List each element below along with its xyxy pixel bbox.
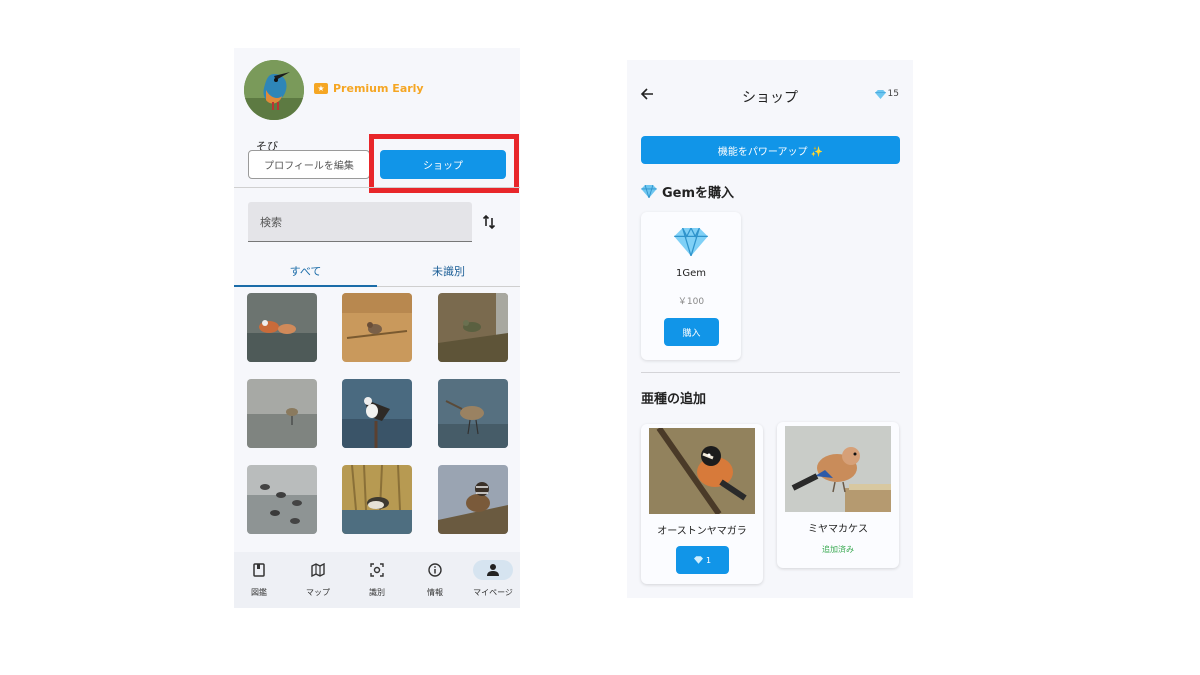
bird-photo-9[interactable] [438, 465, 508, 534]
bottom-navigation: 図鑑 マップ 識別 情報 マイページ [234, 552, 520, 608]
added-status: 追加済み [822, 545, 854, 554]
product-name: 1Gem [675, 268, 706, 279]
person-icon [487, 564, 499, 576]
nav-label: マイページ [473, 588, 513, 597]
nav-label: 識別 [369, 588, 385, 597]
subspecies-section-title: 亜種の追加 [641, 392, 707, 407]
page-title: ショップ [742, 90, 798, 106]
product-price: ￥100 [677, 297, 705, 307]
filter-tabs: すべて 未識別 [234, 261, 520, 287]
bird-photo-2[interactable] [342, 293, 412, 362]
book-icon [253, 563, 265, 577]
gem-section-label: Gemを購入 [662, 186, 735, 201]
shop-screen: ショップ 15 機能をパワーアップ ✨ Gemを購入 1Gem ￥100 購入 … [627, 60, 913, 598]
subspecies-name: オーストンヤマガラ [657, 526, 747, 537]
camera-scan-icon [370, 563, 384, 577]
bird-photo [649, 428, 755, 514]
bird-photo-1[interactable] [247, 293, 317, 362]
tab-unidentified[interactable]: 未識別 [377, 263, 520, 279]
nav-label: 図鑑 [251, 588, 267, 597]
subspecies-card: ミヤマカケス 追加済み [777, 422, 899, 568]
info-icon [428, 563, 442, 577]
divider [234, 187, 520, 188]
gem-icon [874, 89, 886, 99]
subspecies-card: オーストンヤマガラ 1 [641, 424, 763, 584]
bird-photo-4[interactable] [247, 379, 317, 448]
profile-header: ★ Premium Early そび [244, 60, 514, 153]
avatar[interactable] [244, 60, 304, 120]
gem-section-title: Gemを購入 [641, 182, 734, 201]
nav-label: 情報 [427, 588, 443, 597]
nav-label: マップ [306, 588, 330, 597]
nav-item-info[interactable]: 情報 [406, 560, 464, 598]
bird-photo-3[interactable] [438, 293, 508, 362]
bird-photo-8[interactable] [342, 465, 412, 534]
premium-label: Premium Early [333, 82, 424, 95]
buy-with-gem-button[interactable]: 1 [676, 546, 729, 574]
divider [641, 372, 900, 373]
gem-price: 1 [705, 555, 712, 565]
gem-icon [674, 228, 708, 256]
edit-profile-button[interactable]: プロフィールを編集 [248, 150, 370, 179]
sort-icon[interactable] [482, 214, 496, 230]
nav-item-mypage[interactable]: マイページ [464, 560, 520, 598]
gem-product-card: 1Gem ￥100 購入 [641, 212, 741, 360]
powerup-button[interactable]: 機能をパワーアップ ✨ [641, 136, 900, 164]
gem-icon [693, 556, 703, 564]
ticket-icon: ★ [314, 83, 328, 94]
profile-screen: ★ Premium Early そび プロフィールを編集 ショップ 検索 すべて… [234, 48, 520, 608]
gem-balance-value: 15 [887, 89, 899, 99]
nav-item-identify[interactable]: 識別 [348, 560, 406, 598]
gem-balance: 15 [874, 89, 899, 99]
search-input[interactable]: 検索 [248, 202, 472, 242]
shop-button[interactable]: ショップ [380, 150, 506, 179]
tab-indicator [234, 285, 377, 287]
tab-all[interactable]: すべて [234, 263, 377, 279]
premium-badge: ★ Premium Early [314, 82, 424, 95]
map-icon [311, 563, 325, 577]
bird-photo-6[interactable] [438, 379, 508, 448]
bird-photo [785, 426, 891, 512]
bird-photo-5[interactable] [342, 379, 412, 448]
nav-item-map[interactable]: マップ [289, 560, 347, 598]
subspecies-name: ミヤマカケス [808, 524, 868, 535]
nav-item-book[interactable]: 図鑑 [234, 560, 288, 598]
gem-icon [641, 185, 657, 198]
buy-button[interactable]: 購入 [664, 318, 719, 346]
bird-photo-7[interactable] [247, 465, 317, 534]
photo-grid [234, 293, 520, 553]
